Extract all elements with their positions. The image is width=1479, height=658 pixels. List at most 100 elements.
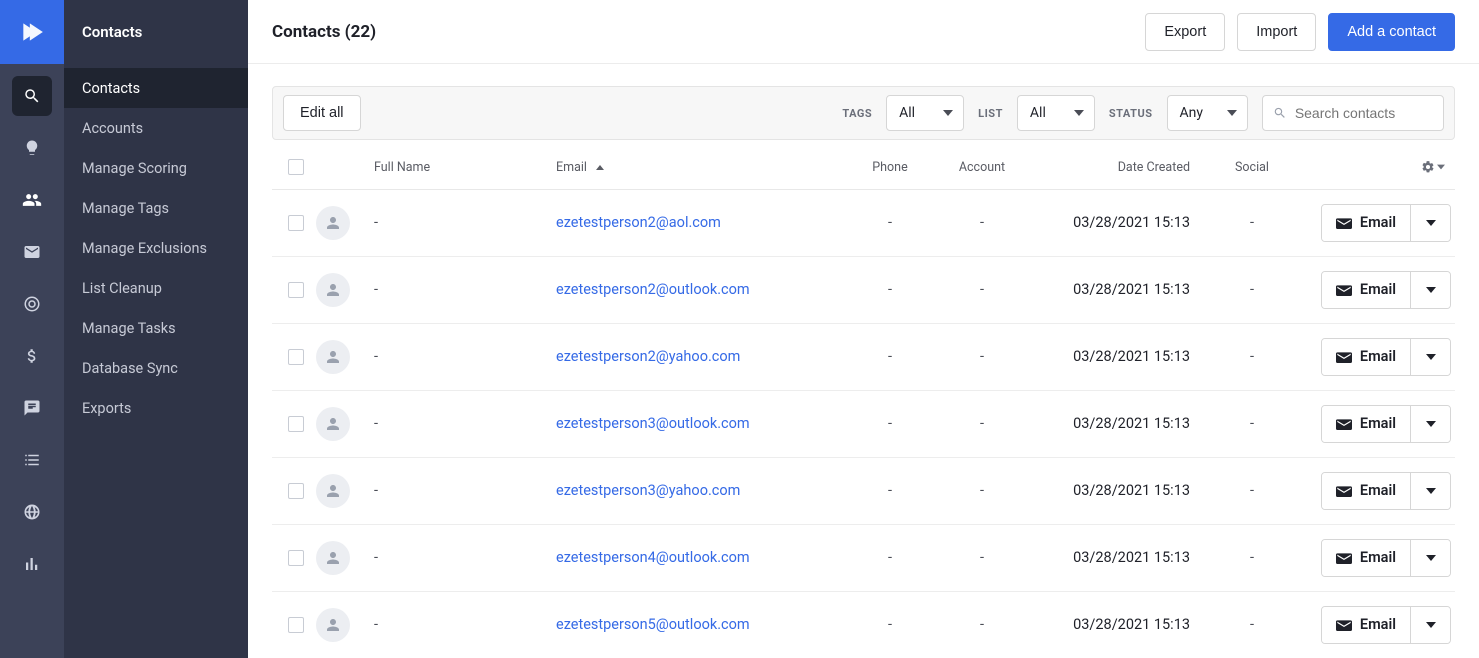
brand-logo[interactable]: [0, 0, 64, 64]
chevron-down-icon: [1437, 163, 1445, 171]
filter-status-select[interactable]: Any: [1167, 95, 1249, 131]
cell-account: -: [934, 415, 1030, 432]
sidebar-item-manage-tags[interactable]: Manage Tags: [64, 188, 248, 228]
cell-full-name: -: [370, 214, 556, 231]
email-button-dropdown[interactable]: [1410, 473, 1450, 509]
nav-campaigns-icon[interactable]: [12, 232, 52, 272]
page-header: Contacts (22) Export Import Add a contac…: [248, 0, 1479, 64]
edit-all-button[interactable]: Edit all: [283, 95, 361, 131]
table-row: -ezetestperson2@aol.com--03/28/2021 15:1…: [272, 190, 1455, 257]
nav-conversations-icon[interactable]: [12, 388, 52, 428]
sidebar-item-manage-tasks[interactable]: Manage Tasks: [64, 308, 248, 348]
column-settings[interactable]: [1304, 160, 1451, 174]
global-search-icon[interactable]: [12, 76, 52, 116]
sidebar-item-list-cleanup[interactable]: List Cleanup: [64, 268, 248, 308]
sidebar-item-label: Exports: [82, 400, 131, 417]
email-button[interactable]: Email: [1322, 205, 1410, 241]
email-button-dropdown[interactable]: [1410, 339, 1450, 375]
sidebar-item-contacts[interactable]: Contacts: [64, 68, 248, 108]
filter-list-select[interactable]: All: [1017, 95, 1095, 131]
sidebar-item-manage-exclusions[interactable]: Manage Exclusions: [64, 228, 248, 268]
nav-deals-icon[interactable]: [12, 336, 52, 376]
cell-email-link[interactable]: ezetestperson5@outlook.com: [556, 616, 750, 633]
row-checkbox[interactable]: [288, 349, 304, 365]
email-button[interactable]: Email: [1322, 473, 1410, 509]
email-button[interactable]: Email: [1322, 607, 1410, 643]
chevron-down-icon: [1426, 287, 1436, 293]
nav-lists-icon[interactable]: [12, 440, 52, 480]
email-button[interactable]: Email: [1322, 339, 1410, 375]
cell-social: -: [1200, 281, 1304, 298]
search-input-wrapper[interactable]: [1262, 95, 1444, 131]
email-button-label: Email: [1360, 415, 1396, 432]
cell-account: -: [934, 616, 1030, 633]
nav-website-icon[interactable]: [12, 492, 52, 532]
cell-account: -: [934, 549, 1030, 566]
row-checkbox[interactable]: [288, 617, 304, 633]
nav-contacts-icon[interactable]: [12, 180, 52, 220]
select-all-checkbox[interactable]: [288, 159, 304, 175]
column-phone[interactable]: Phone: [846, 160, 934, 175]
sidebar-item-manage-scoring[interactable]: Manage Scoring: [64, 148, 248, 188]
add-contact-button[interactable]: Add a contact: [1328, 13, 1455, 51]
email-button-dropdown[interactable]: [1410, 540, 1450, 576]
row-checkbox[interactable]: [288, 215, 304, 231]
email-button-label: Email: [1360, 482, 1396, 499]
sidebar-item-accounts[interactable]: Accounts: [64, 108, 248, 148]
table-row: -ezetestperson5@outlook.com--03/28/2021 …: [272, 592, 1455, 658]
gear-icon: [1421, 160, 1435, 174]
sidebar: Contacts ContactsAccountsManage ScoringM…: [64, 0, 248, 658]
column-full-name[interactable]: Full Name: [370, 160, 556, 175]
export-button[interactable]: Export: [1145, 13, 1225, 51]
cell-email-link[interactable]: ezetestperson3@outlook.com: [556, 415, 750, 432]
email-button[interactable]: Email: [1322, 540, 1410, 576]
cell-phone: -: [846, 482, 934, 499]
filter-tags-select[interactable]: All: [886, 95, 964, 131]
search-input[interactable]: [1295, 105, 1433, 121]
cell-date-created: 03/28/2021 15:13: [1030, 616, 1200, 633]
cell-email-link[interactable]: ezetestperson2@outlook.com: [556, 281, 750, 298]
cell-date-created: 03/28/2021 15:13: [1030, 415, 1200, 432]
page-title: Contacts (22): [272, 22, 376, 42]
sidebar-item-exports[interactable]: Exports: [64, 388, 248, 428]
row-checkbox[interactable]: [288, 416, 304, 432]
cell-email-link[interactable]: ezetestperson3@yahoo.com: [556, 482, 740, 499]
email-button-label: Email: [1360, 616, 1396, 633]
column-social[interactable]: Social: [1200, 160, 1304, 175]
nav-reports-icon[interactable]: [12, 544, 52, 584]
email-button[interactable]: Email: [1322, 406, 1410, 442]
sidebar-item-label: Database Sync: [82, 360, 178, 377]
email-button-label: Email: [1360, 214, 1396, 231]
import-button[interactable]: Import: [1237, 13, 1316, 51]
email-button-dropdown[interactable]: [1410, 607, 1450, 643]
cell-full-name: -: [370, 482, 556, 499]
cell-email-link[interactable]: ezetestperson2@yahoo.com: [556, 348, 740, 365]
cell-social: -: [1200, 214, 1304, 231]
email-button-dropdown[interactable]: [1410, 272, 1450, 308]
row-checkbox[interactable]: [288, 282, 304, 298]
nav-ideas-icon[interactable]: [12, 128, 52, 168]
filter-status-value: Any: [1180, 105, 1204, 121]
column-email[interactable]: Email: [556, 160, 846, 175]
cell-account: -: [934, 348, 1030, 365]
sidebar-section-title: Contacts: [64, 0, 248, 64]
cell-full-name: -: [370, 281, 556, 298]
nav-automations-icon[interactable]: [12, 284, 52, 324]
cell-phone: -: [846, 281, 934, 298]
sort-ascending-icon: [596, 165, 604, 170]
cell-email-link[interactable]: ezetestperson2@aol.com: [556, 214, 721, 231]
chevron-down-icon: [1426, 220, 1436, 226]
cell-account: -: [934, 281, 1030, 298]
email-button-dropdown[interactable]: [1410, 205, 1450, 241]
row-checkbox[interactable]: [288, 483, 304, 499]
chevron-down-icon: [1426, 488, 1436, 494]
email-button[interactable]: Email: [1322, 272, 1410, 308]
table-row: -ezetestperson3@outlook.com--03/28/2021 …: [272, 391, 1455, 458]
cell-email-link[interactable]: ezetestperson4@outlook.com: [556, 549, 750, 566]
sidebar-item-database-sync[interactable]: Database Sync: [64, 348, 248, 388]
column-date-created[interactable]: Date Created: [1030, 160, 1200, 175]
column-account[interactable]: Account: [934, 160, 1030, 175]
row-checkbox[interactable]: [288, 550, 304, 566]
email-button-dropdown[interactable]: [1410, 406, 1450, 442]
filter-tags-label: TAGS: [842, 107, 872, 120]
